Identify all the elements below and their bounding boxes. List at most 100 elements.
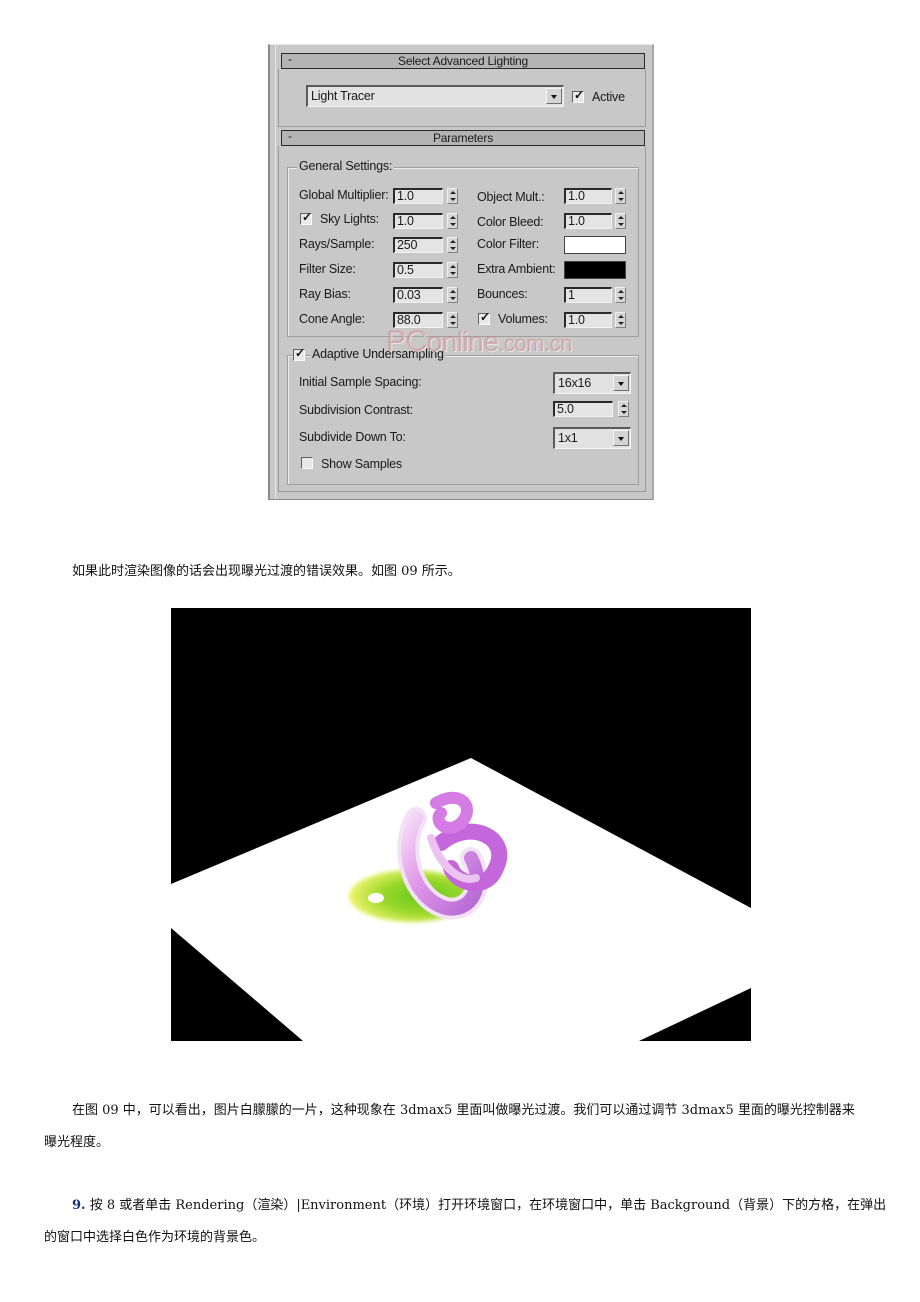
initial-sample-spacing-dropdown[interactable]: 16x16 xyxy=(553,372,631,394)
pconline-watermark: PConline.com.cn xyxy=(386,325,572,359)
spinner-up-icon xyxy=(450,265,456,268)
color-bleed-input[interactable]: 1.0 xyxy=(564,213,612,229)
global-multiplier-label: Global Multiplier: xyxy=(299,188,389,202)
spinner-down-icon xyxy=(450,247,456,250)
spinner-down-icon xyxy=(450,297,456,300)
shadow-highlight xyxy=(368,893,384,903)
spinner-down-icon xyxy=(618,297,624,300)
spinner-down-icon xyxy=(618,322,624,325)
dropdown-button[interactable] xyxy=(613,430,629,446)
spinner-down-icon xyxy=(621,411,627,414)
collapse-icon[interactable]: - xyxy=(288,129,292,143)
filter-size-label: Filter Size: xyxy=(299,262,356,276)
active-checkbox[interactable]: ✓ xyxy=(572,88,584,103)
rays-sample-label: Rays/Sample: xyxy=(299,237,375,251)
global-multiplier-input[interactable]: 1.0 xyxy=(393,188,443,204)
general-settings-label: General Settings: xyxy=(297,159,395,173)
volumes-spinner[interactable] xyxy=(615,312,626,328)
bounces-spinner[interactable] xyxy=(615,287,626,303)
check-icon: ✓ xyxy=(574,88,584,102)
bounces-input[interactable]: 1 xyxy=(564,287,612,303)
color-bleed-spinner[interactable] xyxy=(615,213,626,229)
spinner-down-icon xyxy=(450,272,456,275)
spinner-up-icon xyxy=(450,315,456,318)
paragraph-figure-09-intro: 如果此时渲染图像的话会出现曝光过渡的错误效果。如图 09 所示。 xyxy=(72,564,461,579)
dropdown-button[interactable] xyxy=(546,88,562,104)
rollout-parameters[interactable]: - Parameters xyxy=(281,129,645,146)
subdivide-down-to-dropdown[interactable]: 1x1 xyxy=(553,427,631,449)
rays-sample-spinner[interactable] xyxy=(447,237,458,253)
render-scene xyxy=(171,608,751,1041)
subdivide-down-to-label: Subdivide Down To: xyxy=(299,430,406,444)
subdivision-contrast-input[interactable]: 5.0 xyxy=(553,401,613,417)
spinner-up-icon xyxy=(450,216,456,219)
active-label: Active xyxy=(592,90,625,104)
step-9-text: 按 8 或者单击 Rendering（渲染）|Environment（环境）打开… xyxy=(85,1198,887,1213)
spinner-up-icon xyxy=(618,216,624,219)
paragraph-overexposure-line2: 曝光程度。 xyxy=(44,1135,110,1150)
rollout-select-advanced-lighting[interactable]: - Select Advanced Lighting xyxy=(281,52,645,69)
color-filter-swatch[interactable] xyxy=(564,236,626,254)
bounces-label: Bounces: xyxy=(477,287,528,301)
extra-ambient-swatch[interactable] xyxy=(564,261,626,279)
watermark-online: online xyxy=(426,326,499,357)
spinner-up-icon xyxy=(621,404,627,407)
lighting-plugin-dropdown[interactable]: Light Tracer xyxy=(306,85,564,107)
spinner-down-icon xyxy=(618,198,624,201)
object-mult-input[interactable]: 1.0 xyxy=(564,188,612,204)
watermark-pc: PC xyxy=(386,325,427,358)
initial-sample-spacing-label: Initial Sample Spacing: xyxy=(299,375,422,389)
advanced-lighting-panel: - Select Advanced Lighting Light Tracer … xyxy=(268,44,654,500)
chevron-down-icon xyxy=(551,95,557,99)
spinner-down-icon xyxy=(450,198,456,201)
color-filter-label: Color Filter: xyxy=(477,237,539,251)
sky-lights-spinner[interactable] xyxy=(447,213,458,229)
spinner-up-icon xyxy=(618,315,624,318)
ray-bias-input[interactable]: 0.03 xyxy=(393,287,443,303)
sky-lights-input[interactable]: 1.0 xyxy=(393,213,443,229)
paragraph-step-9-line1: 9. 按 8 或者单击 Rendering（渲染）|Environment（环境… xyxy=(72,1196,886,1216)
chevron-down-icon xyxy=(618,437,624,441)
adaptive-undersampling-checkbox[interactable]: ✓ xyxy=(293,346,305,361)
spinner-down-icon xyxy=(618,223,624,226)
spinner-up-icon xyxy=(618,191,624,194)
ray-bias-label: Ray Bias: xyxy=(299,287,351,301)
spinner-up-icon xyxy=(450,290,456,293)
subdivision-contrast-label: Subdivision Contrast: xyxy=(299,403,413,417)
rollout-title: Parameters xyxy=(432,131,494,145)
rays-sample-input[interactable]: 250 xyxy=(393,237,443,253)
object-mult-label: Object Mult.: xyxy=(477,190,545,204)
global-multiplier-spinner[interactable] xyxy=(447,188,458,204)
show-samples-label: Show Samples xyxy=(321,457,402,471)
panel-edge xyxy=(275,45,276,499)
filter-size-input[interactable]: 0.5 xyxy=(393,262,443,278)
dropdown-value: 16x16 xyxy=(558,376,592,390)
spinner-up-icon xyxy=(618,290,624,293)
spinner-up-icon xyxy=(450,240,456,243)
filter-size-spinner[interactable] xyxy=(447,262,458,278)
ray-bias-spinner[interactable] xyxy=(447,287,458,303)
check-icon: ✓ xyxy=(295,346,305,360)
object-mult-spinner[interactable] xyxy=(615,188,626,204)
volumes-checkbox[interactable]: ✓ xyxy=(478,310,490,325)
dropdown-button[interactable] xyxy=(613,375,629,391)
cone-angle-label: Cone Angle: xyxy=(299,312,365,326)
step-number: 9. xyxy=(72,1198,86,1213)
collapse-icon[interactable]: - xyxy=(288,52,292,66)
sky-lights-label: Sky Lights: xyxy=(320,212,379,226)
volumes-label: Volumes: xyxy=(498,312,548,326)
color-bleed-label: Color Bleed: xyxy=(477,215,544,229)
spinner-up-icon xyxy=(450,191,456,194)
rollout-title: Select Advanced Lighting xyxy=(398,54,528,68)
show-samples-checkbox[interactable] xyxy=(301,457,313,469)
subdivision-contrast-spinner[interactable] xyxy=(618,401,629,417)
spinner-down-icon xyxy=(450,223,456,226)
extra-ambient-label: Extra Ambient: xyxy=(477,262,556,276)
paragraph-overexposure-line1: 在图 09 中，可以看出，图片白朦朦的一片，这种现象在 3dmax5 里面叫做曝… xyxy=(72,1103,855,1118)
check-icon: ✓ xyxy=(302,210,312,224)
paragraph-step-9-line2: 的窗口中选择白色作为环境的背景色。 xyxy=(44,1230,266,1245)
dropdown-value: Light Tracer xyxy=(311,89,375,103)
watermark-domain: .com.cn xyxy=(498,331,572,356)
sky-lights-checkbox[interactable]: ✓ xyxy=(300,210,312,225)
chevron-down-icon xyxy=(618,382,624,386)
